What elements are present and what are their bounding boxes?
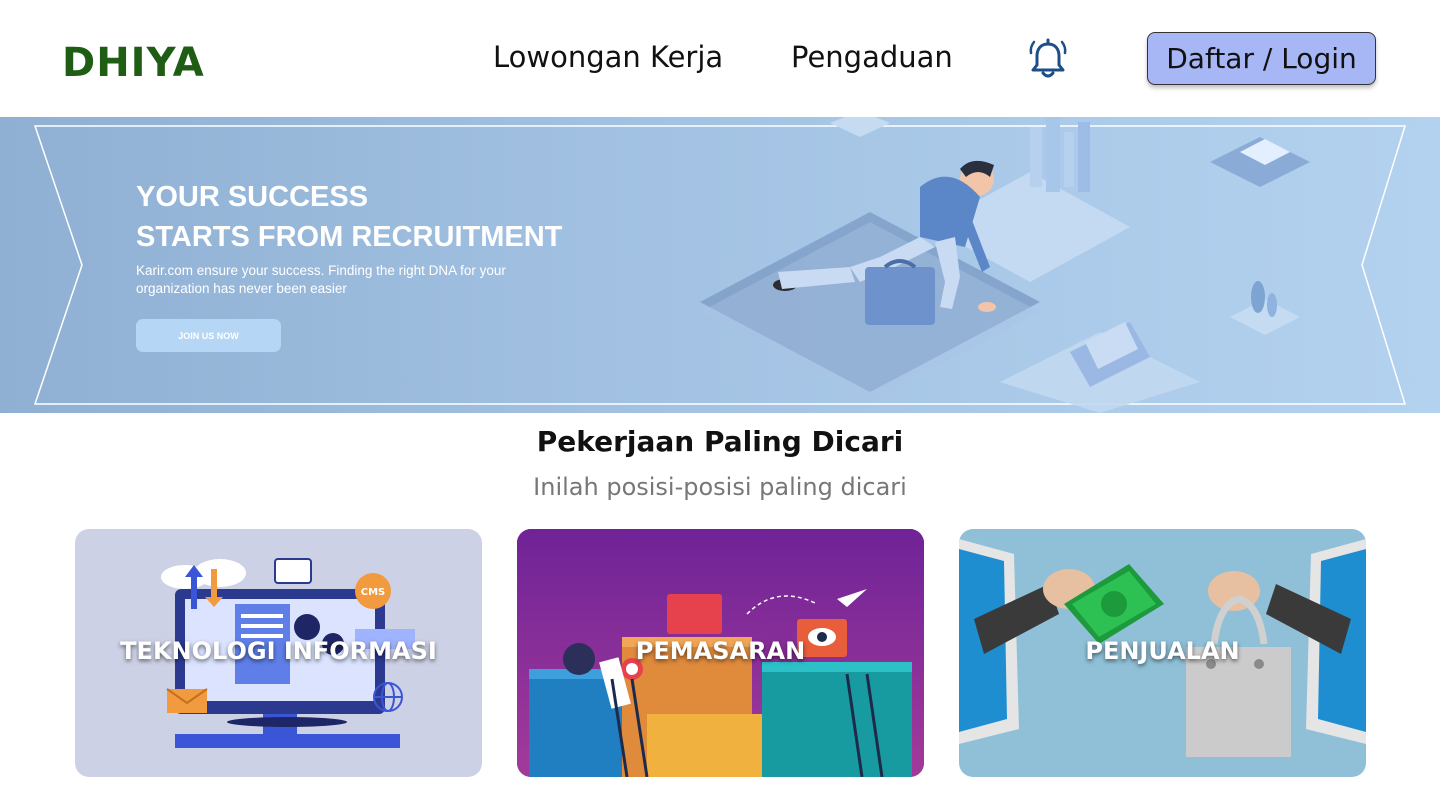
- site-logo[interactable]: DHIYA: [62, 40, 205, 86]
- nav-complaints[interactable]: Pengaduan: [791, 40, 953, 74]
- category-label: PEMASARAN: [635, 637, 806, 665]
- category-card-sales[interactable]: PENJUALAN: [959, 529, 1366, 777]
- category-label: PENJUALAN: [1085, 637, 1240, 665]
- hero-banner: YOUR SUCCESS STARTS FROM RECRUITMENT Kar…: [0, 117, 1440, 413]
- hero-description: Karir.com ensure your success. Finding t…: [136, 263, 506, 296]
- category-label: TEKNOLOGI INFORMASI: [120, 637, 437, 665]
- hero-title-line-1: YOUR SUCCESS: [136, 181, 369, 213]
- hero-illustration: [700, 117, 1310, 413]
- section-subtitle: Inilah posisi-posisi paling dicari: [533, 473, 907, 501]
- join-us-button[interactable]: JOIN US NOW: [136, 319, 281, 352]
- site-header: DHIYA Lowongan Kerja Pengaduan Daftar / …: [0, 0, 1440, 117]
- hero-title: YOUR SUCCESS STARTS FROM RECRUITMENT: [136, 177, 562, 257]
- hero-title-line-2: STARTS FROM RECRUITMENT: [136, 221, 563, 253]
- svg-text:CMS: CMS: [361, 587, 386, 598]
- category-card-marketing[interactable]: PEMASARAN: [517, 529, 924, 777]
- bell-icon[interactable]: [1028, 38, 1068, 80]
- nav-job-vacancies[interactable]: Lowongan Kerja: [493, 40, 723, 74]
- category-card-it[interactable]: CMS TEKNOLOGI INFORMASI: [75, 529, 482, 777]
- section-title: Pekerjaan Paling Dicari: [536, 425, 904, 458]
- login-register-button[interactable]: Daftar / Login: [1147, 32, 1376, 85]
